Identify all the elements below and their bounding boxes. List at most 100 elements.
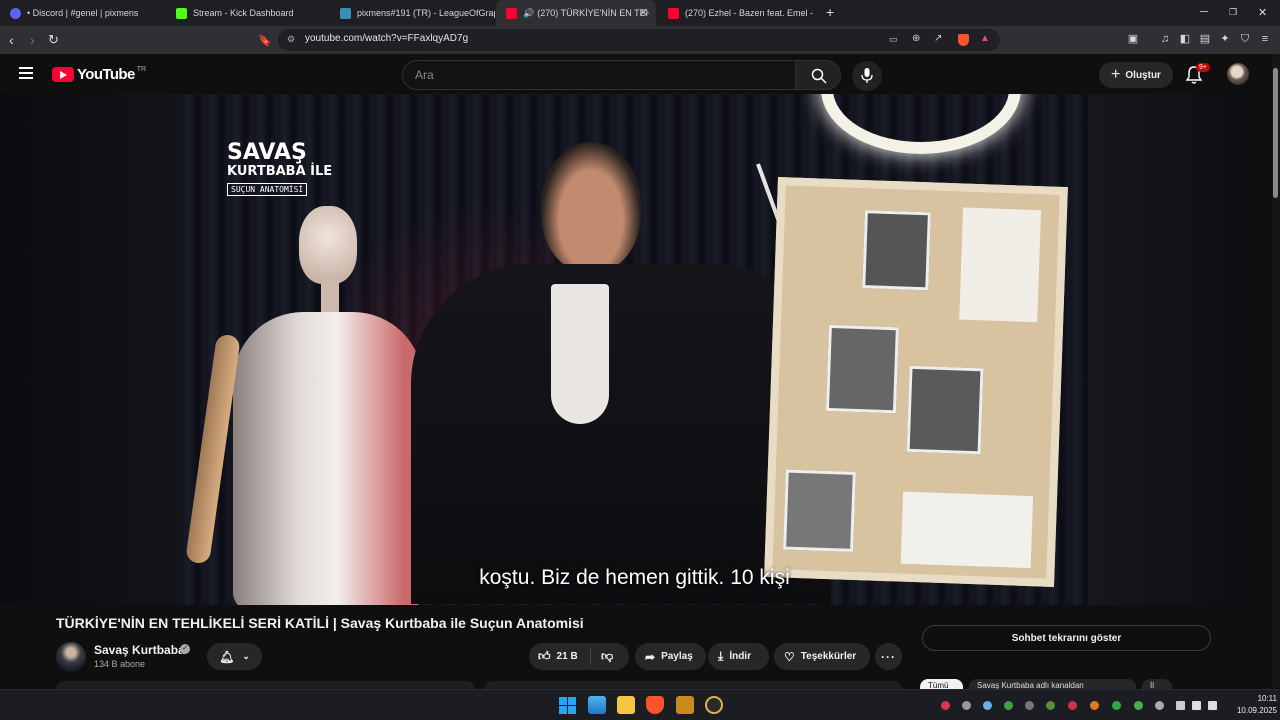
wallet-icon[interactable]: ▤ [1199,33,1211,45]
chevron-down-icon: ⌄ [242,651,250,661]
tab-kick[interactable]: Stream - Kick Dashboard [166,0,331,26]
discord-icon [10,7,21,19]
restore-icon[interactable]: ❐ [1229,7,1237,18]
create-button[interactable]: + Oluştur [1099,62,1173,88]
ring-light [821,94,1021,154]
microphone-icon [861,68,873,83]
battery-icon[interactable] [1208,701,1217,710]
zoom-icon[interactable]: ⊕ [912,33,920,44]
thumbs-up-icon: 👍︎ [538,649,551,663]
tray-app-icon[interactable] [1025,701,1034,710]
tab-youtube-active[interactable]: 🔊 (270) TÜRKİYE'NİN EN TEHLİK ✕ [496,0,656,26]
tray-app-icon[interactable] [1090,701,1099,710]
youtube-play-icon [52,67,74,82]
bookmark-icon[interactable]: 🔖 [258,32,272,50]
tab-leagueofgraphs[interactable]: pixmens#191 (TR) - LeagueOfGraphs [330,0,495,26]
file-explorer-icon[interactable] [617,696,635,714]
show-chat-replay-button[interactable]: Sohbet tekrarını göster [922,625,1211,651]
video-player[interactable]: SAVAŞ KURTBABA İLE SUÇUN ANATOMİSİ koştu… [181,94,1088,605]
thumbs-down-icon: 👎︎ [601,649,614,663]
video-subtitle: koştu. Biz de hemen gittik. 10 kişi [479,566,790,589]
channel-name[interactable]: Savaş Kurtbaba [94,643,185,657]
channel-avatar[interactable] [56,642,86,672]
windows-taskbar: 10:11 10.09.2025 [0,689,1280,720]
reload-icon[interactable]: ↻ [48,31,59,49]
subscription-bell-button[interactable]: 🔔︎ ⌄ [207,643,262,670]
address-bar[interactable]: ⚙ youtube.com/watch?v=FFaxlqyAD7g ▭ ⊕ ↗ … [278,29,1000,51]
chip-channel[interactable]: Savaş Kurtbaba adlı kanaldan [969,679,1136,689]
voice-search-button[interactable] [852,61,882,91]
league-client-icon[interactable] [705,696,723,714]
tab-title: (270) TÜRKİYE'NİN EN TEHLİK [537,8,650,18]
guide-menu-icon[interactable] [19,67,33,79]
site-info-icon[interactable]: ⚙ [287,34,295,45]
cast-icon[interactable]: ▭ [889,34,898,45]
steam-icon[interactable] [983,701,992,710]
windows-start-icon[interactable] [558,696,576,714]
leo-ai-icon[interactable]: ✦ [1219,33,1231,45]
brave-browser-icon[interactable] [646,696,664,714]
scrollbar-thumb[interactable] [1273,68,1278,198]
tab-discord[interactable]: • Discord | #genel | pixmens [0,0,165,26]
chip-all[interactable]: Tümü [920,679,963,689]
tray-app-icon[interactable] [1112,701,1121,710]
brave-rewards-icon[interactable]: ▲ [980,33,990,44]
url-text[interactable]: youtube.com/watch?v=FFaxlqyAD7g [305,33,468,44]
tray-app-icon[interactable] [1004,701,1013,710]
new-tab-button[interactable]: + [826,4,834,20]
presenter-shirt [551,284,609,424]
like-count: 21 B [556,651,578,662]
media-icon[interactable]: ♫ [1159,33,1171,45]
sidebar-panel-icon[interactable]: ▣ [1127,33,1139,45]
evidence-photo [906,365,984,455]
taskbar-clock-time[interactable]: 10:11 [1241,694,1277,703]
close-tab-icon[interactable]: ✕ [639,6,648,19]
tray-app-icon[interactable] [1134,701,1143,710]
game-app-icon[interactable] [676,696,694,714]
newspaper-clipping [959,207,1042,323]
forward-icon[interactable]: › [30,31,35,49]
youtube-logo[interactable]: YouTube TR [52,66,146,83]
minimize-icon[interactable]: ─ [1200,6,1208,18]
microphone-tray-icon[interactable] [1155,701,1164,710]
thanks-button[interactable]: ♡ Teşekkürler [774,643,870,670]
tab-youtube-ezhel[interactable]: (270) Ezhel - Bazen feat. Emel - YouT [658,0,818,26]
menu-icon[interactable]: ≡ [1259,33,1271,45]
kick-icon [176,7,187,19]
share-icon[interactable]: ↗ [934,33,942,44]
back-icon[interactable]: ‹ [9,31,14,49]
search-input[interactable] [415,68,775,82]
account-avatar[interactable] [1227,63,1249,85]
taskbar-clock-date[interactable]: 10.09.2025 [1225,706,1277,715]
network-icon[interactable] [1176,701,1185,710]
youtube-wordmark: YouTube [77,66,135,83]
vpn-icon[interactable]: ⛉ [1239,33,1251,45]
speaker-icon[interactable]: 🔊 [523,8,534,19]
comment-box[interactable] [484,681,902,689]
tab-title: Stream - Kick Dashboard [193,8,294,18]
tray-app-icon[interactable] [941,701,950,710]
widgets-icon[interactable] [588,696,606,714]
description-box[interactable] [56,681,475,689]
sidebar-toggle-icon[interactable]: ◧ [1179,33,1191,45]
presenter-head [541,142,641,272]
close-window-icon[interactable]: ✕ [1258,6,1267,19]
search-button[interactable] [795,60,841,90]
chip-related[interactable]: İl [1142,679,1172,689]
region-code: TR [136,66,147,73]
super-thanks-icon: ♡ [784,649,795,664]
dislike-button[interactable]: 👎︎ [591,649,619,664]
tray-app-icon[interactable] [1046,701,1055,710]
subscriber-count: 134 B abone [94,659,146,669]
more-actions-button[interactable]: ··· [875,643,902,670]
tray-app-icon[interactable] [962,701,971,710]
tray-app-icon[interactable] [1068,701,1077,710]
download-button[interactable]: ⤓ İndir [708,643,769,670]
player-backdrop-left [0,94,181,605]
share-button[interactable]: ➦ Paylaş [635,643,706,670]
like-button[interactable]: 👍︎ 21 B [529,648,591,665]
volume-icon[interactable] [1192,701,1201,710]
download-label: İndir [729,651,751,662]
bell-icon: 🔔︎ [219,649,235,664]
brave-shields-icon[interactable] [958,34,969,46]
